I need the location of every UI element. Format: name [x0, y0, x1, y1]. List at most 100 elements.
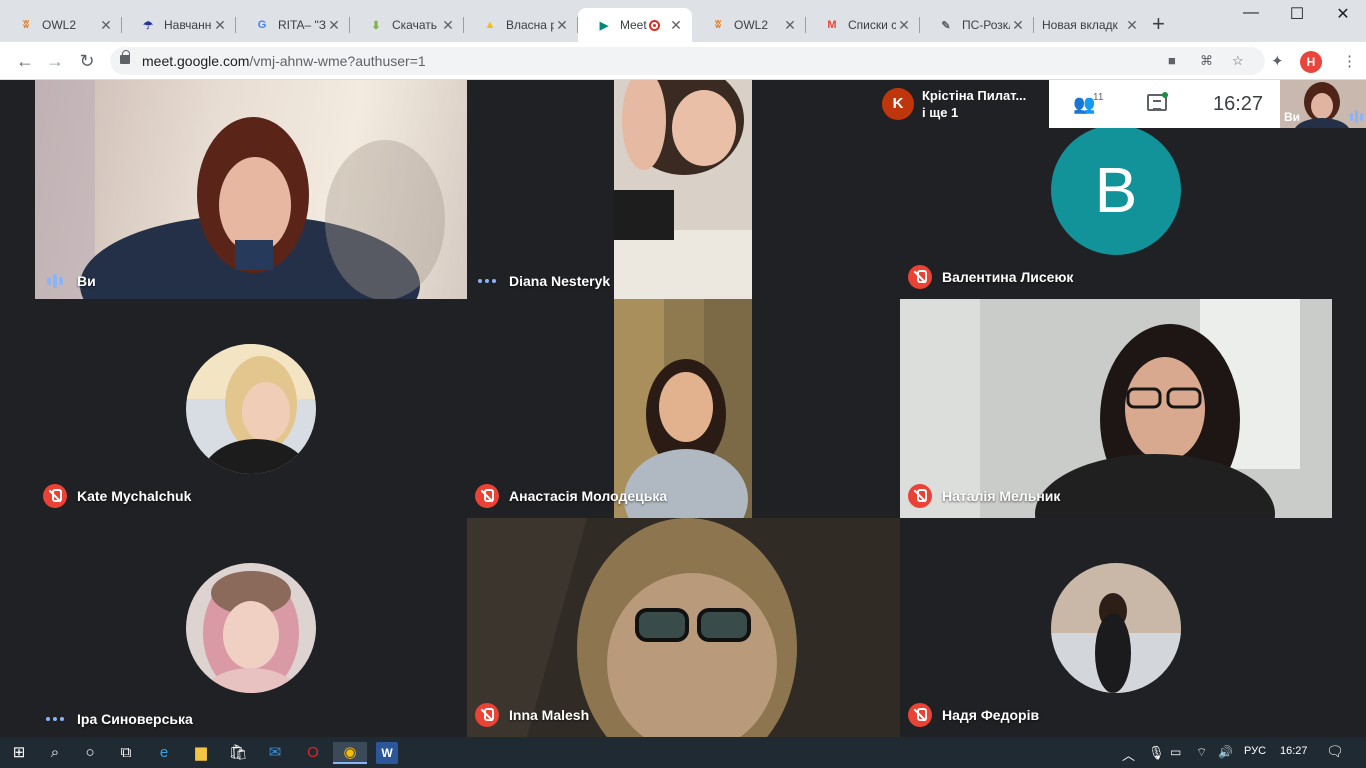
presenter-name: Крістіна Пилат... і ще 1: [922, 87, 1026, 121]
tab-title: Скачать: [392, 18, 437, 32]
close-tab-icon[interactable]: ✕: [326, 17, 342, 34]
close-tab-icon[interactable]: ✕: [212, 17, 228, 34]
tab-new[interactable]: Новая вкладк ✕: [1034, 8, 1148, 42]
cortana-icon[interactable]: ○: [79, 742, 101, 764]
tab-title: Meet: [620, 18, 647, 32]
lock-icon: [120, 50, 130, 64]
volume-icon[interactable]: 🔊: [1218, 745, 1233, 759]
minimize-icon[interactable]: —: [1228, 4, 1274, 22]
windows-start-icon[interactable]: ⊞: [8, 742, 30, 764]
close-tab-icon[interactable]: ✕: [1010, 17, 1026, 34]
mic-off-icon: [475, 703, 499, 727]
participant-label: Наталія Мельник: [908, 484, 1060, 508]
video-tile-anastasiia[interactable]: Анастасія Молодецька: [467, 299, 900, 518]
profile-avatar[interactable]: H: [1300, 51, 1322, 73]
close-tab-icon[interactable]: ✕: [98, 17, 114, 34]
mic-off-icon: [475, 484, 499, 508]
close-tab-icon[interactable]: ✕: [896, 17, 912, 34]
battery-icon[interactable]: ▭: [1170, 745, 1181, 759]
video-tile-nataliia[interactable]: Наталія Мельник: [900, 299, 1332, 518]
reload-icon[interactable]: ↻: [76, 50, 98, 72]
back-icon[interactable]: ←: [14, 50, 36, 72]
presenter-indicator[interactable]: K Крістіна Пилат... і ще 1: [874, 80, 1049, 128]
tab-navchannya[interactable]: ☂ Навчанн ✕: [122, 8, 236, 42]
close-tab-icon[interactable]: ✕: [554, 17, 570, 34]
chrome-icon[interactable]: ◉: [333, 742, 367, 764]
self-thumb-label: Ви: [1284, 110, 1301, 124]
participant-name: Анастасія Молодецька: [509, 488, 668, 504]
mic-off-icon: [908, 484, 932, 508]
video-tile-self[interactable]: Ви: [35, 80, 467, 299]
address-bar[interactable]: meet.google.com/vmj-ahnw-wme?authuser=1 …: [110, 47, 1265, 75]
self-view-thumbnail[interactable]: Ви: [1280, 80, 1366, 128]
ira-photo: [186, 563, 316, 693]
tab-schedule[interactable]: ✎ ПС-Розкл ✕: [920, 8, 1034, 42]
tab-title: OWL2: [734, 18, 769, 32]
drive-favicon-icon: ▲: [484, 19, 496, 31]
show-hidden-icons-icon[interactable]: ︿: [1122, 745, 1135, 764]
mic-off-icon: [908, 703, 932, 727]
tab-meet[interactable]: ▶ Meet ✕: [578, 8, 692, 42]
nadia-photo: [1051, 563, 1181, 693]
translate-icon[interactable]: ⌘: [1200, 53, 1213, 69]
participant-name: Ви: [77, 273, 96, 289]
chat-notification-dot: [1162, 92, 1168, 98]
tab-title: RITA– "Зн: [278, 18, 326, 32]
participant-name: Kate Mychalchuk: [77, 488, 192, 504]
close-tab-icon[interactable]: ✕: [782, 17, 798, 34]
taskbar-clock[interactable]: 16:27: [1280, 745, 1308, 757]
microphone-icon[interactable]: 🎙: [1148, 745, 1165, 761]
notifications-icon[interactable]: 🗨: [1326, 743, 1344, 760]
star-icon[interactable]: ☆: [1232, 53, 1244, 69]
video-tile-ira[interactable]: Іра Синоверська: [35, 518, 467, 737]
opera-icon[interactable]: O: [302, 742, 324, 764]
store-icon[interactable]: 🛍: [227, 742, 249, 764]
tab-title: ПС-Розкл: [962, 18, 1010, 32]
participant-label: Ви: [43, 273, 96, 289]
mail-icon[interactable]: ✉: [264, 742, 286, 764]
extensions-icon[interactable]: ✦: [1271, 52, 1284, 70]
camera-icon[interactable]: ■: [1168, 53, 1176, 68]
video-tile-diana[interactable]: Diana Nesteryk: [467, 80, 900, 299]
search-icon[interactable]: ⌕: [44, 742, 66, 764]
file-explorer-icon[interactable]: ▆: [190, 742, 212, 764]
url-path: /vmj-ahnw-wme?authuser=1: [249, 53, 426, 69]
menu-icon[interactable]: ⋮: [1342, 52, 1357, 70]
close-tab-icon[interactable]: ✕: [668, 17, 684, 34]
tab-rita[interactable]: G RITA– "Зн ✕: [236, 8, 350, 42]
edge-icon[interactable]: e: [153, 742, 175, 764]
close-tab-icon[interactable]: ✕: [440, 17, 456, 34]
presenter-name-line2: і ще 1: [922, 105, 959, 120]
maximize-icon[interactable]: ☐: [1274, 4, 1320, 24]
browser-toolbar: ← → ↻ meet.google.com/vmj-ahnw-wme?authu…: [0, 42, 1366, 80]
tab-strip: ʬ OWL2 ✕ ☂ Навчанн ✕ G RITA– "Зн ✕ ⬇ Ска…: [0, 0, 1366, 42]
new-tab-button[interactable]: +: [1152, 13, 1165, 35]
avatar: [186, 344, 316, 474]
close-tab-icon[interactable]: ✕: [1124, 17, 1140, 34]
tab-download[interactable]: ⬇ Скачать ✕: [350, 8, 464, 42]
tab-owl2-1[interactable]: ʬ OWL2 ✕: [0, 8, 122, 42]
pen-favicon-icon: ✎: [941, 19, 951, 32]
participant-label: Inna Malesh: [475, 703, 589, 727]
participant-name: Diana Nesteryk: [509, 273, 611, 289]
forward-icon[interactable]: →: [44, 50, 66, 72]
google-favicon-icon: G: [257, 19, 267, 31]
word-icon[interactable]: W: [376, 742, 398, 764]
language-indicator[interactable]: РУС: [1244, 745, 1266, 757]
video-tile-kate[interactable]: Kate Mychalchuk: [35, 299, 467, 518]
wifi-icon[interactable]: ⌔: [1196, 745, 1207, 760]
task-view-icon[interactable]: ⧉: [115, 742, 137, 764]
close-window-icon[interactable]: ✕: [1320, 4, 1366, 24]
tab-owl2-2[interactable]: ʬ OWL2 ✕: [692, 8, 806, 42]
tab-title: Новая вкладк: [1042, 18, 1118, 32]
participant-label: Іра Синоверська: [43, 711, 193, 727]
participant-count: 11: [1093, 92, 1104, 103]
participant-name: Надя Федорів: [942, 707, 1040, 723]
video-tile-nadia[interactable]: Надя Федорів: [900, 518, 1332, 737]
presenter-avatar: K: [882, 88, 914, 120]
video-tile-inna[interactable]: Inna Malesh: [467, 518, 900, 737]
gmail-favicon-icon: M: [827, 19, 837, 31]
tab-drive[interactable]: ▲ Власна р ✕: [464, 8, 578, 42]
avatar: [186, 563, 316, 693]
tab-gmail[interactable]: M Списки с ✕: [806, 8, 920, 42]
